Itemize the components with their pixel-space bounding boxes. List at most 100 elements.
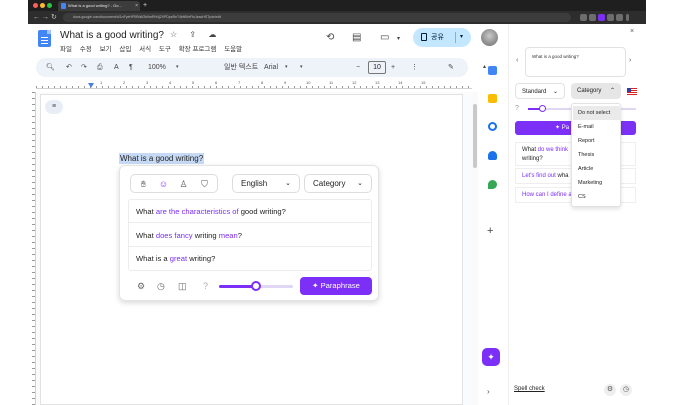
chevron-down-icon[interactable]: ▾ (285, 58, 288, 77)
docs-favicon-icon (61, 3, 66, 9)
panel-input[interactable]: What is a good writing? (525, 47, 626, 77)
language-select[interactable]: English ⌄ (232, 174, 300, 193)
spell-check-link[interactable]: Spell check (514, 386, 545, 392)
category-option[interactable]: CS (573, 190, 621, 204)
reload-icon[interactable]: ↻ (51, 12, 57, 23)
category-option[interactable]: Thesis (573, 148, 621, 162)
close-window-dot[interactable] (33, 3, 38, 8)
share-page-icon[interactable] (580, 14, 587, 21)
puzzle-icon[interactable] (607, 14, 614, 21)
tie-icon[interactable]: ♙ (177, 178, 190, 191)
category-option[interactable]: Report (573, 134, 621, 148)
chevron-right-icon[interactable]: › (487, 387, 490, 396)
meet-icon[interactable]: ▭ (380, 32, 389, 43)
ai-assistant-icon[interactable]: ✦ (482, 348, 500, 366)
category-select[interactable]: Category ⌃ (571, 83, 621, 99)
menu-file[interactable]: 파일 (60, 46, 72, 53)
font-size-input[interactable]: 10 (368, 61, 386, 74)
category-select[interactable]: Category ⌄ (304, 174, 372, 193)
scrollbar-thumb[interactable] (473, 104, 477, 168)
browser-tab[interactable]: What is a good writing? - Go... × (58, 1, 140, 11)
paint-format-icon[interactable]: ¶ (129, 58, 133, 77)
print-icon[interactable]: ⎙ (97, 58, 103, 77)
menu-icon[interactable] (626, 14, 629, 21)
document-title[interactable]: What is a good writing? (60, 30, 164, 41)
gear-icon[interactable]: ⚙ (604, 384, 616, 396)
menu-tools[interactable]: 도구 (159, 46, 171, 53)
menu-format[interactable]: 서식 (139, 46, 151, 53)
keep-icon[interactable] (488, 94, 497, 103)
meet-caret-icon[interactable]: ▾ (397, 35, 400, 42)
sidepanel-icon[interactable] (616, 14, 623, 21)
suggestion-item[interactable]: What are the characteristics of good wri… (128, 200, 372, 223)
suggestion-item[interactable]: What does fancy writing mean? (128, 224, 372, 247)
indent-marker[interactable] (88, 83, 94, 88)
font-size-decrease[interactable]: − (356, 58, 360, 77)
chevron-left-icon[interactable]: ‹ (516, 57, 518, 64)
strength-slider-knob[interactable] (251, 281, 261, 291)
minimize-window-dot[interactable] (40, 3, 45, 8)
suggestion-item[interactable]: What is a great writing? (128, 247, 372, 270)
url-input[interactable]: docs.google.com/document/d/1nFyeHP0Bh6Ob… (63, 13, 571, 22)
close-icon[interactable]: × (630, 28, 634, 35)
menu-insert[interactable]: 삽입 (119, 46, 131, 53)
contacts-icon[interactable] (488, 151, 497, 160)
category-option[interactable]: Marketing (573, 176, 621, 190)
panel-slider-knob[interactable] (539, 105, 547, 112)
docs-logo-icon[interactable] (38, 30, 51, 47)
category-option[interactable]: E-mail (573, 120, 621, 134)
undo-icon[interactable]: ↶ (66, 58, 72, 77)
shirt-icon[interactable]: ⛉ (198, 178, 211, 191)
extension-icon[interactable] (598, 14, 605, 21)
close-tab-icon[interactable]: × (135, 1, 138, 11)
new-tab-icon[interactable]: + (143, 0, 147, 11)
spellcheck-icon[interactable]: A (114, 58, 119, 77)
chevron-up-icon[interactable]: ▴ (483, 58, 486, 77)
share-button[interactable]: 공유 ▾ (413, 28, 471, 47)
add-icon[interactable]: + (487, 225, 493, 237)
redo-icon[interactable]: ↷ (81, 58, 87, 77)
selected-text[interactable]: What is a good writing? (119, 153, 205, 164)
chevron-right-icon[interactable]: › (629, 57, 631, 64)
zoom-select[interactable]: 100% (148, 58, 166, 77)
more-icon[interactable]: ⋮ (411, 58, 418, 77)
paraphrase-button[interactable]: ✦ Paraphrase (300, 277, 372, 295)
mode-select[interactable]: Standard ⌄ (515, 83, 565, 99)
menu-view[interactable]: 보기 (100, 46, 112, 53)
gear-icon[interactable]: ⚙ (137, 281, 145, 292)
edit-mode-icon[interactable]: ✎ (448, 58, 454, 77)
bookmark-icon[interactable] (589, 14, 596, 21)
history-icon[interactable]: ◷ (620, 384, 632, 396)
style-select[interactable]: 일반 텍스트 (224, 58, 258, 77)
title-action-icons[interactable]: ☆ ⇪ ☁ (170, 30, 221, 39)
maps-icon[interactable] (488, 180, 497, 189)
history-icon[interactable]: ◷ (157, 281, 165, 292)
category-option[interactable]: Do not select (573, 106, 621, 120)
help-icon[interactable]: ? (203, 281, 208, 291)
tasks-icon[interactable] (488, 122, 497, 131)
avatar[interactable] (481, 29, 498, 46)
font-size-increase[interactable]: + (391, 58, 395, 77)
comments-icon[interactable]: ▤ (352, 32, 361, 43)
font-select[interactable]: Arial (264, 58, 278, 77)
menu-extensions[interactable]: 확장 프로그램 (179, 46, 217, 53)
address-bar-row: ← → ↻ docs.google.com/document/d/1nFyeHP… (28, 11, 646, 24)
back-icon[interactable]: ← (33, 12, 40, 23)
menu-help[interactable]: 도움말 (224, 46, 242, 53)
chevron-down-icon[interactable]: ▾ (460, 28, 463, 47)
maximize-window-dot[interactable] (47, 3, 52, 8)
search-icon[interactable]: 🔍︎ (46, 58, 55, 77)
chevron-down-icon[interactable]: ▾ (176, 58, 179, 77)
panel-icon[interactable]: ◫ (178, 281, 187, 292)
hand-icon[interactable]: ✋︎ (137, 178, 150, 191)
help-icon[interactable]: ? (515, 105, 519, 112)
us-flag-icon[interactable] (627, 88, 637, 95)
category-option[interactable]: Article (573, 162, 621, 176)
history-icon[interactable]: ⟲ (326, 32, 334, 43)
menu-edit[interactable]: 수정 (80, 46, 92, 53)
outline-icon[interactable]: ≡ (45, 100, 63, 114)
smile-icon[interactable]: ☺ (157, 178, 170, 191)
chevron-down-icon[interactable]: ▾ (300, 58, 303, 77)
forward-icon[interactable]: → (42, 12, 49, 23)
calendar-icon[interactable] (488, 66, 497, 75)
